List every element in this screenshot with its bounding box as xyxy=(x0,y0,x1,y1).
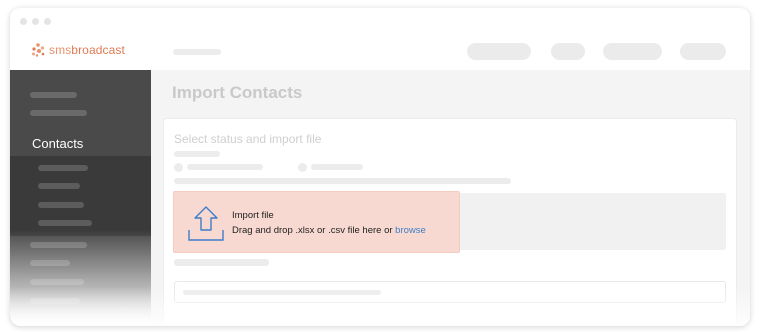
sidebar-item-placeholder-1[interactable] xyxy=(30,92,77,98)
import-file-highlight[interactable]: Import file Drag and drop .xlsx or .csv … xyxy=(173,191,460,253)
import-file-description: Drag and drop .xlsx or .csv file here or… xyxy=(232,225,426,236)
brand-logo[interactable]: smsbroadcast xyxy=(30,42,125,58)
status-radio-1[interactable] xyxy=(174,163,183,172)
import-description-text: Drag and drop .xlsx or .csv file here or xyxy=(232,225,396,236)
sidebar-item-contacts[interactable]: Contacts xyxy=(10,130,151,156)
import-file-title: Import file xyxy=(232,210,274,221)
card-title: Select status and import file xyxy=(174,132,322,146)
top-bar: smsbroadcast xyxy=(10,30,750,70)
window-dot-close[interactable] xyxy=(20,18,27,25)
submenu-item-placeholder-3[interactable] xyxy=(38,202,84,208)
logo-text-part1: sms xyxy=(49,43,72,57)
page-title: Import Contacts xyxy=(172,83,303,102)
app-window: smsbroadcast Contacts Import Contacts Se… xyxy=(10,8,750,326)
submenu-item-placeholder-1[interactable] xyxy=(38,165,88,171)
status-option-2-placeholder xyxy=(311,164,363,170)
upload-arrow-icon xyxy=(188,206,224,241)
window-dot-minimize[interactable] xyxy=(32,18,39,25)
logo-icon xyxy=(32,43,45,57)
status-option-1-placeholder xyxy=(187,164,263,170)
browse-link[interactable]: browse xyxy=(395,225,426,236)
header-pill-1[interactable] xyxy=(467,43,531,60)
logo-text: smsbroadcast xyxy=(49,43,125,57)
logo-text-part2: broadcast xyxy=(71,43,125,57)
header-pill-2[interactable] xyxy=(551,43,585,60)
status-radio-2[interactable] xyxy=(298,163,307,172)
options-label-placeholder xyxy=(174,259,269,266)
bottom-fade-overlay xyxy=(10,288,750,326)
sidebar-item-label: Contacts xyxy=(32,136,84,151)
window-dot-maximize[interactable] xyxy=(44,18,51,25)
submenu-item-placeholder-2[interactable] xyxy=(38,183,80,189)
submenu-item-placeholder-4[interactable] xyxy=(38,220,92,226)
window-controls xyxy=(20,18,51,25)
header-pill-4[interactable] xyxy=(680,43,726,60)
helper-text-placeholder xyxy=(174,178,511,184)
sidebar-submenu xyxy=(10,156,151,236)
header-placeholder-text xyxy=(173,49,221,55)
sidebar-item-placeholder-2[interactable] xyxy=(30,110,87,116)
header-pill-3[interactable] xyxy=(603,43,662,60)
status-label-placeholder xyxy=(174,151,220,157)
